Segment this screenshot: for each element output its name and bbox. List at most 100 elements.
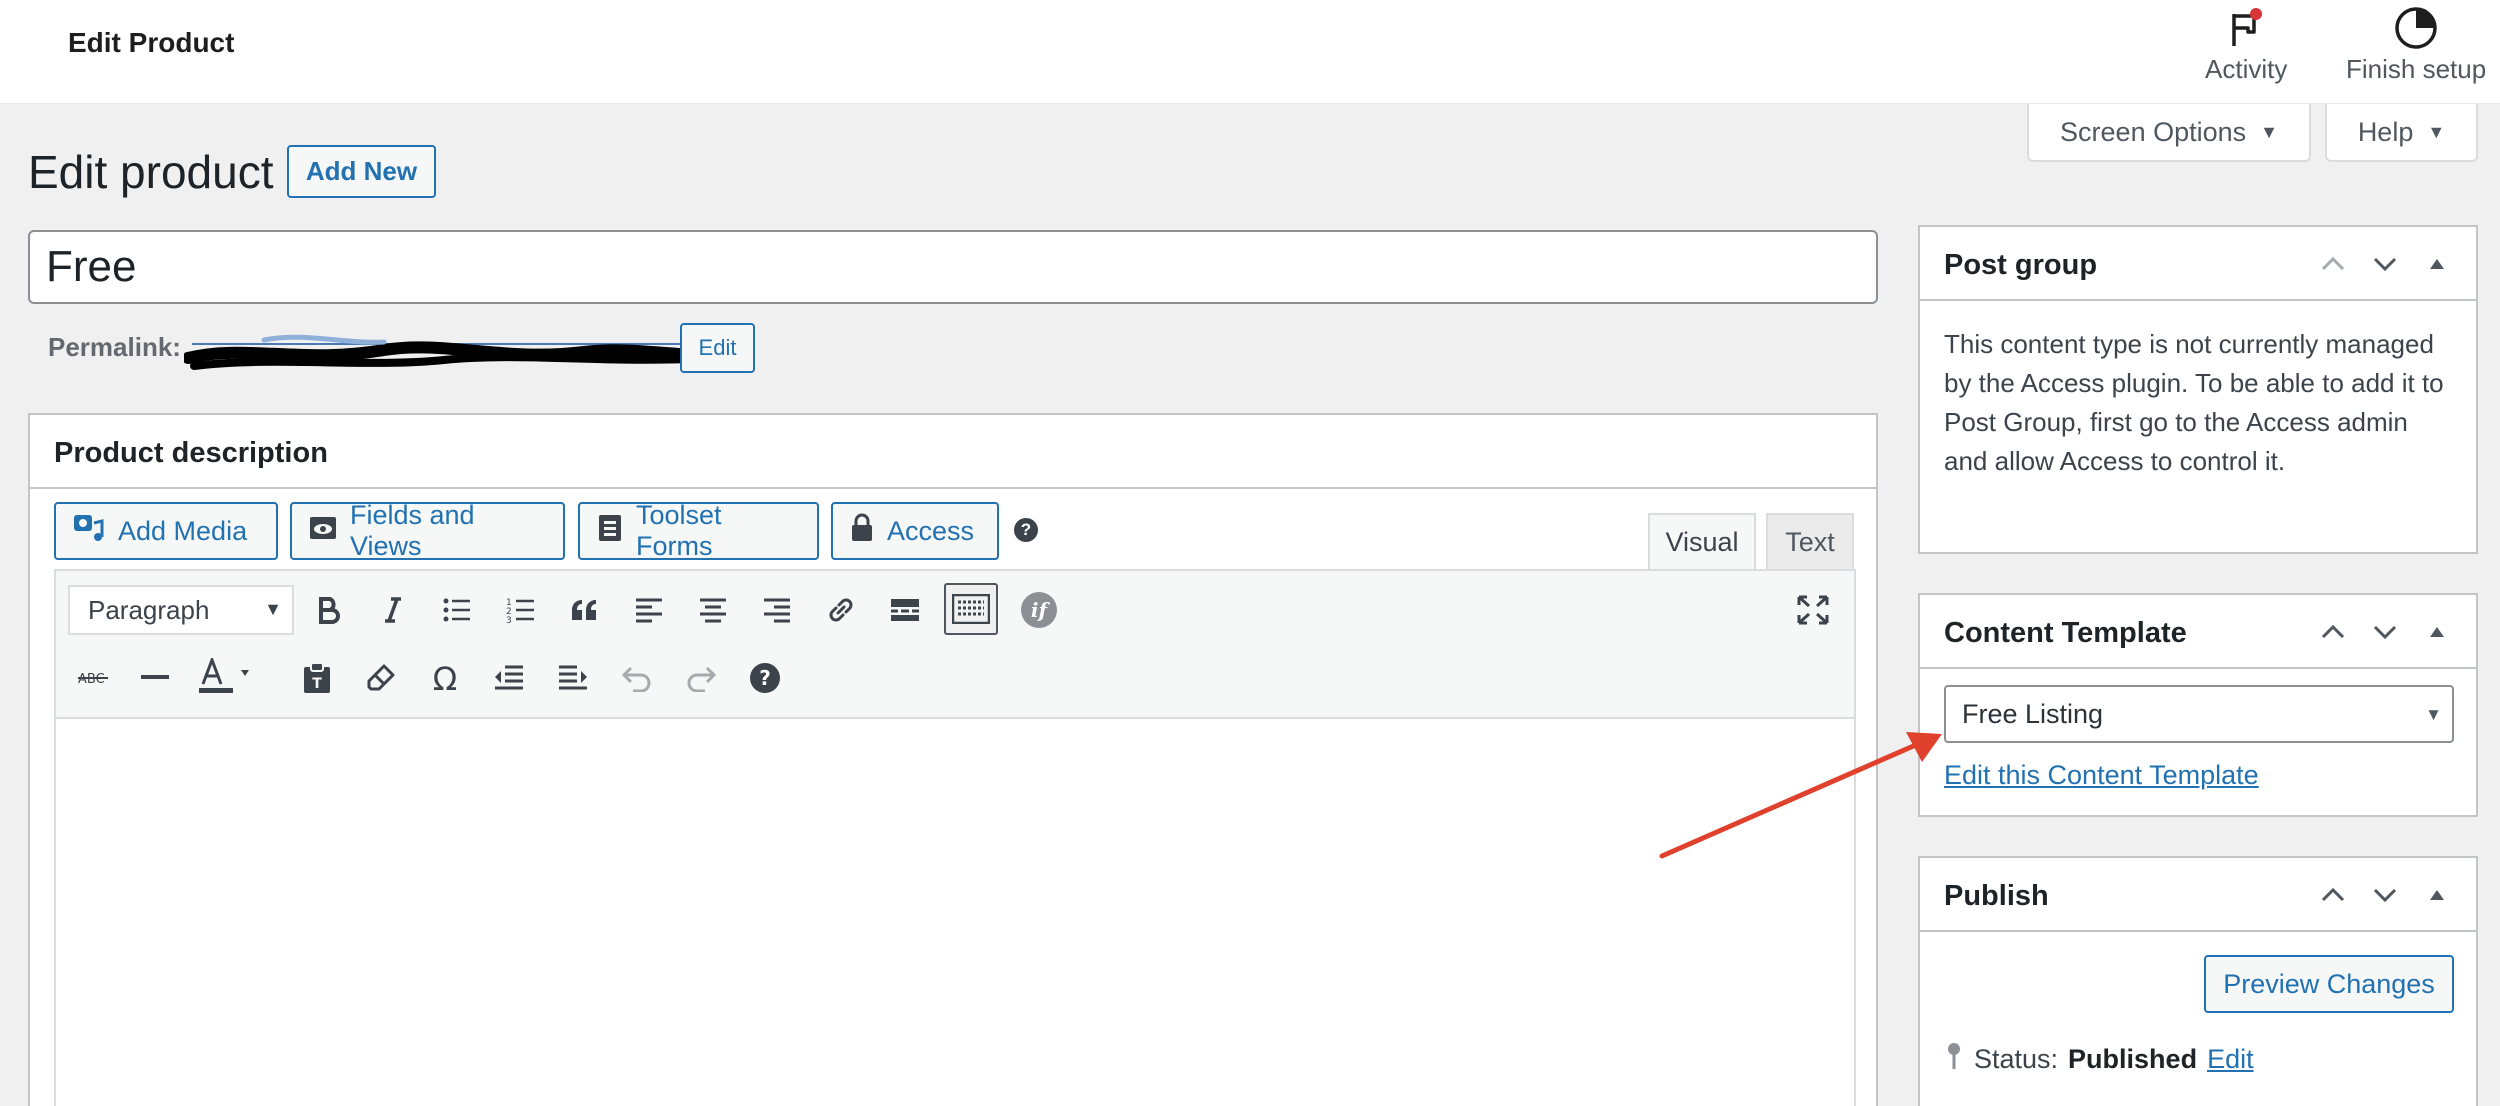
- text-color-icon[interactable]: [196, 653, 256, 699]
- screen-options-tab[interactable]: Screen Options ▼: [2027, 104, 2311, 162]
- content-template-box: Content Template Free Listing ▼ Edit thi…: [1918, 593, 2478, 817]
- move-down-icon[interactable]: [2370, 617, 2400, 647]
- special-character-omega-icon[interactable]: Ω: [422, 655, 468, 701]
- content-template-select[interactable]: Free Listing ▼: [1944, 685, 2454, 743]
- help-label: Help: [2357, 116, 2414, 147]
- access-button[interactable]: Access: [831, 502, 999, 560]
- lock-icon: [849, 513, 875, 550]
- collapse-toggle-icon[interactable]: [2422, 249, 2452, 279]
- link-icon[interactable]: [818, 587, 864, 633]
- add-media-button[interactable]: Add Media: [54, 502, 278, 560]
- indent-icon[interactable]: [550, 655, 596, 701]
- move-up-icon[interactable]: [2318, 617, 2348, 647]
- permalink-edit-button[interactable]: Edit: [680, 323, 755, 373]
- redo-icon[interactable]: [678, 655, 724, 701]
- finish-setup-button[interactable]: Finish setup: [2346, 2, 2486, 94]
- read-more-icon[interactable]: [882, 587, 928, 633]
- publish-header: Publish: [1920, 858, 2476, 932]
- publish-box: Publish Preview Changes Status: Publishe…: [1918, 856, 2478, 1106]
- help-tab[interactable]: Help ▼: [2325, 104, 2478, 162]
- align-center-icon[interactable]: [690, 587, 736, 633]
- post-group-title: Post group: [1944, 249, 2098, 281]
- editor-content-area[interactable]: [54, 719, 1856, 1106]
- svg-text:T: T: [312, 676, 322, 692]
- help-icon[interactable]: ?: [1014, 518, 1038, 542]
- product-description-title: Product description: [54, 437, 328, 469]
- collapse-toggle-icon[interactable]: [2422, 880, 2452, 910]
- box-controls: [2318, 880, 2452, 910]
- add-new-button[interactable]: Add New: [287, 145, 436, 198]
- publish-title: Publish: [1944, 880, 2049, 912]
- align-left-icon[interactable]: [626, 587, 672, 633]
- keyboard-toolbar-toggle-icon[interactable]: [944, 583, 998, 635]
- strikethrough-icon[interactable]: ABC: [70, 655, 116, 701]
- keyboard-shortcuts-help-icon[interactable]: ?: [742, 655, 788, 701]
- bold-icon[interactable]: [306, 587, 352, 633]
- status-row: Status: Published Edit: [1944, 1041, 2254, 1078]
- move-down-icon[interactable]: [2370, 880, 2400, 910]
- pin-icon: [1944, 1041, 1964, 1078]
- eye-icon: [308, 513, 338, 550]
- collapse-toggle-icon[interactable]: [2422, 617, 2452, 647]
- tab-visual[interactable]: Visual: [1648, 513, 1756, 569]
- annotation-arrow: [1659, 732, 1942, 859]
- caret-down-icon: ▼: [2425, 705, 2442, 724]
- editor-toolbar: Paragraph ▼ 123 if ABC T Ω ?: [54, 569, 1856, 719]
- finish-setup-label: Finish setup: [2346, 54, 2487, 84]
- svg-text:Ω: Ω: [433, 663, 457, 693]
- paste-as-text-icon[interactable]: T: [294, 655, 340, 701]
- conditional-if-icon[interactable]: if: [1016, 587, 1062, 633]
- page-title: Edit product: [28, 146, 274, 198]
- redacted-permalink-scribble: [184, 334, 720, 370]
- tab-text[interactable]: Text: [1766, 513, 1854, 569]
- preview-changes-button[interactable]: Preview Changes: [2204, 955, 2454, 1013]
- toolset-forms-button[interactable]: Toolset Forms: [578, 500, 819, 561]
- move-up-icon[interactable]: [2318, 880, 2348, 910]
- fields-and-views-label: Fields and Views: [350, 500, 475, 561]
- flag-icon: [2226, 2, 2266, 54]
- product-description-box: Product description Add Media Fields and…: [28, 413, 1878, 1106]
- toolset-forms-label: Toolset Forms: [636, 500, 722, 561]
- svg-text:?: ?: [759, 666, 771, 690]
- fields-and-views-button[interactable]: Fields and Views: [290, 500, 565, 561]
- format-select-value: Paragraph: [88, 594, 210, 625]
- product-title-input[interactable]: [28, 230, 1878, 304]
- svg-text:ABC: ABC: [78, 672, 105, 687]
- align-right-icon[interactable]: [754, 587, 800, 633]
- caret-down-icon: ▼: [2427, 121, 2446, 142]
- content-template-title: Content Template: [1944, 617, 2187, 649]
- edit-content-template-link[interactable]: Edit this Content Template: [1944, 760, 2259, 791]
- product-description-header: Product description: [30, 415, 1876, 489]
- bullet-list-icon[interactable]: [434, 587, 480, 633]
- permalink-label: Permalink:: [48, 332, 181, 362]
- caret-down-icon: ▼: [264, 599, 282, 619]
- top-bar: Edit Product Activity Finish setup: [0, 0, 2500, 104]
- camera-music-icon: [72, 513, 106, 550]
- progress-circle-icon: [2393, 2, 2439, 54]
- move-down-icon[interactable]: [2370, 249, 2400, 279]
- status-value: Published: [2068, 1044, 2198, 1074]
- screen-options-label: Screen Options: [2060, 116, 2247, 147]
- fullscreen-icon[interactable]: [1790, 587, 1836, 633]
- post-group-header: Post group: [1920, 227, 2476, 301]
- paragraph-format-select[interactable]: Paragraph ▼: [68, 585, 294, 635]
- activity-button[interactable]: Activity: [2205, 2, 2287, 94]
- svg-text:3: 3: [506, 616, 512, 624]
- status-label: Status:: [1974, 1044, 2059, 1074]
- post-group-box: Post group This content type is not curr…: [1918, 225, 2478, 554]
- numbered-list-icon[interactable]: 123: [498, 587, 544, 633]
- move-up-icon[interactable]: [2318, 249, 2348, 279]
- content-template-header: Content Template: [1920, 595, 2476, 669]
- top-bar-title: Edit Product: [68, 27, 235, 58]
- status-edit-link[interactable]: Edit: [2207, 1044, 2254, 1075]
- box-controls: [2318, 249, 2452, 279]
- horizontal-line-icon[interactable]: [132, 655, 178, 701]
- add-media-label: Add Media: [118, 515, 248, 546]
- outdent-icon[interactable]: [486, 655, 532, 701]
- clear-formatting-eraser-icon[interactable]: [358, 655, 404, 701]
- blockquote-icon[interactable]: [562, 587, 608, 633]
- undo-icon[interactable]: [614, 655, 660, 701]
- box-controls: [2318, 617, 2452, 647]
- italic-icon[interactable]: [370, 587, 416, 633]
- access-label: Access: [887, 515, 975, 546]
